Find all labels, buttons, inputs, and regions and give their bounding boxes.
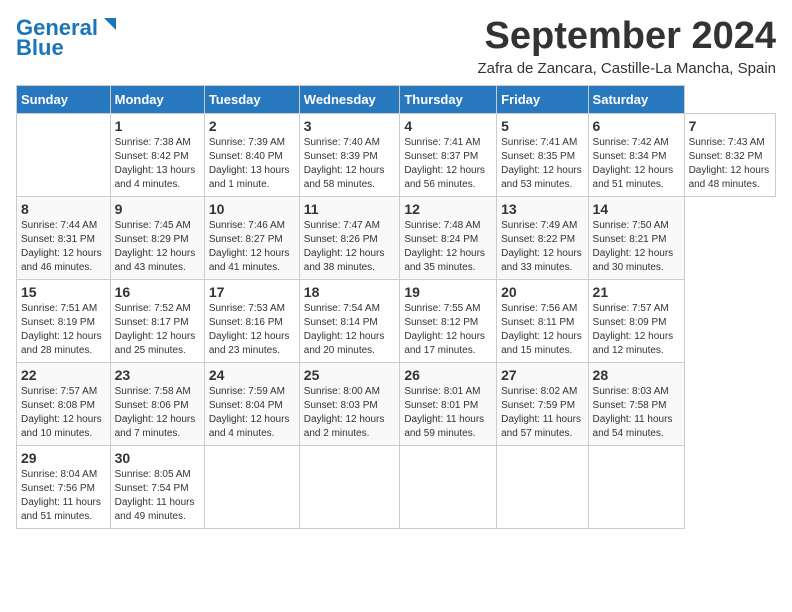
day-cell-9: 9Sunrise: 7:45 AMSunset: 8:29 PMDaylight… — [110, 196, 204, 279]
day-cell-19: 19Sunrise: 7:55 AMSunset: 8:12 PMDayligh… — [400, 279, 497, 362]
col-thursday: Thursday — [400, 85, 497, 113]
col-sunday: Sunday — [17, 85, 111, 113]
logo-text2: Blue — [16, 36, 64, 60]
week-row-3: 15Sunrise: 7:51 AMSunset: 8:19 PMDayligh… — [17, 279, 776, 362]
week-row-2: 8Sunrise: 7:44 AMSunset: 8:31 PMDaylight… — [17, 196, 776, 279]
day-cell-15: 15Sunrise: 7:51 AMSunset: 8:19 PMDayligh… — [17, 279, 111, 362]
week-row-4: 22Sunrise: 7:57 AMSunset: 8:08 PMDayligh… — [17, 362, 776, 445]
day-cell-26: 26Sunrise: 8:01 AMSunset: 8:01 PMDayligh… — [400, 362, 497, 445]
day-cell-empty — [204, 445, 299, 528]
col-wednesday: Wednesday — [299, 85, 400, 113]
title-section: September 2024 Zafra de Zancara, Castill… — [478, 16, 776, 77]
page-header: General Blue September 2024 Zafra de Zan… — [16, 16, 776, 77]
day-cell-5: 5Sunrise: 7:41 AMSunset: 8:35 PMDaylight… — [497, 113, 588, 196]
day-cell-11: 11Sunrise: 7:47 AMSunset: 8:26 PMDayligh… — [299, 196, 400, 279]
day-cell-23: 23Sunrise: 7:58 AMSunset: 8:06 PMDayligh… — [110, 362, 204, 445]
day-cell-30: 30Sunrise: 8:05 AMSunset: 7:54 PMDayligh… — [110, 445, 204, 528]
col-saturday: Saturday — [588, 85, 684, 113]
week-row-5: 29Sunrise: 8:04 AMSunset: 7:56 PMDayligh… — [17, 445, 776, 528]
day-cell-28: 28Sunrise: 8:03 AMSunset: 7:58 PMDayligh… — [588, 362, 684, 445]
col-friday: Friday — [497, 85, 588, 113]
day-cell-empty — [588, 445, 684, 528]
day-cell-29: 29Sunrise: 8:04 AMSunset: 7:56 PMDayligh… — [17, 445, 111, 528]
col-tuesday: Tuesday — [204, 85, 299, 113]
day-cell-18: 18Sunrise: 7:54 AMSunset: 8:14 PMDayligh… — [299, 279, 400, 362]
day-cell-empty — [497, 445, 588, 528]
location-title: Zafra de Zancara, Castille-La Mancha, Sp… — [478, 60, 776, 77]
week-row-1: 1Sunrise: 7:38 AMSunset: 8:42 PMDaylight… — [17, 113, 776, 196]
logo-icon — [100, 16, 118, 34]
day-cell-8: 8Sunrise: 7:44 AMSunset: 8:31 PMDaylight… — [17, 196, 111, 279]
header-row: Sunday Monday Tuesday Wednesday Thursday… — [17, 85, 776, 113]
day-cell-7: 7Sunrise: 7:43 AMSunset: 8:32 PMDaylight… — [684, 113, 775, 196]
logo: General Blue — [16, 16, 118, 60]
day-cell-10: 10Sunrise: 7:46 AMSunset: 8:27 PMDayligh… — [204, 196, 299, 279]
day-cell-14: 14Sunrise: 7:50 AMSunset: 8:21 PMDayligh… — [588, 196, 684, 279]
empty-cell — [17, 113, 111, 196]
month-title: September 2024 — [478, 16, 776, 58]
day-cell-17: 17Sunrise: 7:53 AMSunset: 8:16 PMDayligh… — [204, 279, 299, 362]
day-cell-6: 6Sunrise: 7:42 AMSunset: 8:34 PMDaylight… — [588, 113, 684, 196]
day-cell-empty — [400, 445, 497, 528]
day-cell-13: 13Sunrise: 7:49 AMSunset: 8:22 PMDayligh… — [497, 196, 588, 279]
col-monday: Monday — [110, 85, 204, 113]
day-cell-3: 3Sunrise: 7:40 AMSunset: 8:39 PMDaylight… — [299, 113, 400, 196]
day-cell-4: 4Sunrise: 7:41 AMSunset: 8:37 PMDaylight… — [400, 113, 497, 196]
day-cell-24: 24Sunrise: 7:59 AMSunset: 8:04 PMDayligh… — [204, 362, 299, 445]
day-cell-empty — [299, 445, 400, 528]
day-cell-16: 16Sunrise: 7:52 AMSunset: 8:17 PMDayligh… — [110, 279, 204, 362]
day-cell-1: 1Sunrise: 7:38 AMSunset: 8:42 PMDaylight… — [110, 113, 204, 196]
day-cell-25: 25Sunrise: 8:00 AMSunset: 8:03 PMDayligh… — [299, 362, 400, 445]
calendar-table: Sunday Monday Tuesday Wednesday Thursday… — [16, 85, 776, 529]
day-cell-12: 12Sunrise: 7:48 AMSunset: 8:24 PMDayligh… — [400, 196, 497, 279]
day-cell-27: 27Sunrise: 8:02 AMSunset: 7:59 PMDayligh… — [497, 362, 588, 445]
day-cell-2: 2Sunrise: 7:39 AMSunset: 8:40 PMDaylight… — [204, 113, 299, 196]
day-cell-22: 22Sunrise: 7:57 AMSunset: 8:08 PMDayligh… — [17, 362, 111, 445]
day-cell-20: 20Sunrise: 7:56 AMSunset: 8:11 PMDayligh… — [497, 279, 588, 362]
day-cell-21: 21Sunrise: 7:57 AMSunset: 8:09 PMDayligh… — [588, 279, 684, 362]
